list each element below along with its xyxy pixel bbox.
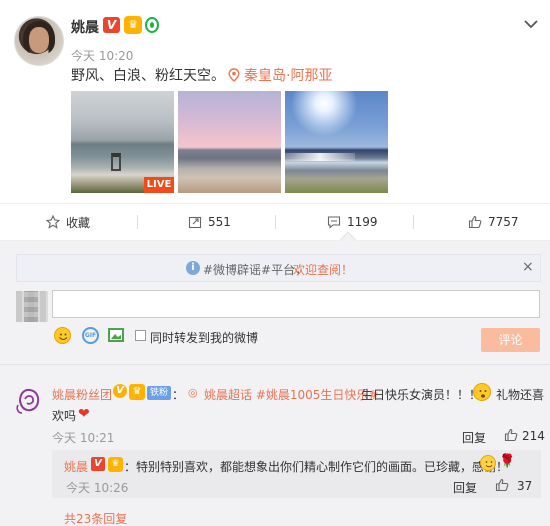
reply-button[interactable]: 回复 — [453, 479, 477, 496]
weibo-post: 姚晨 V ♛ 今天 10:20 野风、白浪、粉红天空。 秦皇岛·阿那亚 LIVE… — [0, 0, 550, 526]
emoji-icon[interactable] — [54, 327, 71, 344]
separator — [275, 215, 276, 229]
comment-input[interactable] — [52, 290, 540, 318]
reply-author-name[interactable]: 姚晨 — [64, 458, 88, 475]
photo-sun-sea[interactable] — [285, 91, 388, 193]
forward-button[interactable]: 551 — [188, 205, 231, 239]
colon: ： — [172, 388, 185, 402]
forward-icon — [188, 216, 202, 229]
forward-checkbox[interactable] — [135, 330, 146, 341]
emoji-icon — [473, 383, 491, 401]
reply-time: 今天 10:26 — [66, 481, 129, 495]
crown-icon: ♛ — [129, 384, 145, 400]
photo-beach-lifeguard[interactable]: LIVE — [71, 91, 174, 193]
hug-emoji-icon — [480, 455, 496, 471]
live-badge: LIVE — [144, 177, 174, 193]
forward-count: 551 — [208, 215, 231, 229]
photo-pink-sky[interactable] — [178, 91, 281, 193]
post-text: 野风、白浪、粉红天空。 — [71, 68, 225, 84]
reply-button[interactable]: 回复 — [462, 429, 486, 446]
image-icon[interactable] — [108, 328, 124, 342]
location-link[interactable]: 秦皇岛·阿那亚 — [244, 65, 332, 85]
author-name[interactable]: 姚晨 — [71, 17, 99, 37]
thumbs-up-icon[interactable] — [495, 478, 509, 495]
gif-icon[interactable]: GIF — [82, 327, 99, 344]
supertopic-link[interactable]: 姚晨超话 #姚晨1005生日快乐# — [204, 386, 378, 403]
verified-badge-icon: V — [103, 17, 120, 33]
chevron-down-icon[interactable] — [524, 14, 538, 33]
comment-text: 欢吗 — [52, 409, 77, 423]
heart-icon: ❤ — [78, 406, 90, 422]
supertopic-icon: ◎ — [188, 386, 198, 399]
crown-icon: ♛ — [108, 457, 123, 472]
more-replies-link[interactable]: 共23条回复 — [64, 510, 127, 526]
divider — [0, 364, 550, 365]
like-count: 7757 — [488, 215, 519, 229]
comment-like-count: 214 — [522, 429, 545, 443]
comment-icon — [327, 216, 341, 229]
forward-checkbox-label[interactable]: 同时转发到我的微博 — [150, 329, 258, 346]
notice-link[interactable]: 欢迎查阅！ — [293, 261, 353, 278]
thumbs-up-icon — [468, 215, 482, 229]
reply-text: ：特别特别喜欢，都能想象出你们精心制作它们的画面。已珍藏，感谢！ — [124, 460, 509, 474]
location-pin-icon — [228, 68, 240, 82]
verified-badge-icon: V — [91, 457, 105, 471]
rose-icon: 🌹 — [499, 454, 516, 469]
comment-text: 礼物还喜 — [496, 388, 545, 402]
commenter-avatar[interactable] — [16, 385, 43, 415]
thumbs-up-icon[interactable] — [504, 428, 518, 445]
separator — [137, 215, 138, 229]
notice-text: #微博辟谣#平台， — [203, 263, 308, 277]
star-icon — [46, 215, 60, 229]
crown-icon: ♛ — [124, 16, 142, 34]
reply-like-count: 37 — [517, 479, 533, 493]
shield-icon — [145, 17, 159, 33]
comment-count: 1199 — [347, 215, 378, 229]
post-time[interactable]: 今天 10:20 — [71, 47, 133, 64]
fan-badge: 铁粉 — [147, 386, 171, 400]
favorite-button[interactable]: 收藏 — [46, 205, 90, 239]
divider — [0, 240, 550, 241]
verified-badge-icon: V — [113, 384, 127, 398]
comment-text: 生日快乐女演员！！！ — [361, 388, 482, 402]
my-avatar — [16, 291, 48, 322]
divider — [0, 203, 550, 204]
info-icon: i — [186, 261, 200, 275]
favorite-label: 收藏 — [66, 215, 91, 230]
like-button[interactable]: 7757 — [468, 205, 519, 239]
comment-button[interactable]: 1199 — [327, 205, 378, 239]
close-icon[interactable]: × — [522, 259, 534, 275]
commenter-name[interactable]: 姚晨粉丝团 — [52, 386, 112, 403]
separator — [413, 215, 414, 229]
comment-time: 今天 10:21 — [52, 431, 115, 445]
submit-comment-button[interactable]: 评论 — [481, 328, 540, 352]
author-avatar[interactable] — [14, 16, 64, 66]
